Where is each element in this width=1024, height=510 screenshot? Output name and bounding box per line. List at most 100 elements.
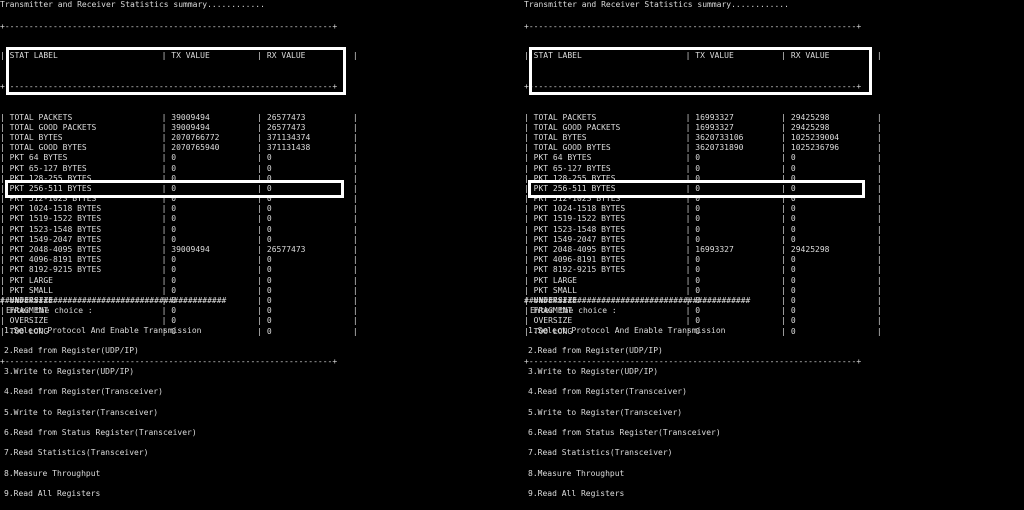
tx-value: 0: [171, 255, 177, 265]
rx-value: 0: [266, 295, 272, 305]
rx-value: 371134374: [266, 132, 311, 142]
tx-value: 0: [695, 163, 701, 173]
rx-value: 0: [790, 285, 796, 295]
stat-label: PKT 1519-1522 BYTES: [533, 214, 626, 224]
rx-value: 0: [790, 306, 796, 316]
menu-item-3: 3.Write to Register(UDP/IP): [4, 366, 135, 376]
table-row: | TOTAL PACKETS | 39009494 | 26577473 |: [0, 112, 358, 122]
rx-value: 0: [790, 153, 796, 163]
tx-value: 0: [695, 183, 701, 193]
tx-value: 0: [695, 173, 701, 183]
table-row: | PKT 8192-9215 BYTES | 0 | 0 |: [0, 265, 358, 275]
table-row: | PKT 1519-1522 BYTES | 0 | 0 |: [524, 214, 882, 224]
tx-value: 16993327: [695, 122, 734, 132]
stat-label: PKT 1549-2047 BYTES: [9, 234, 102, 244]
table-header-row: | STAT LABEL | TX VALUE | RX VALUE |: [0, 51, 358, 61]
table-row: | PKT 1549-2047 BYTES | 0 | 0 |: [0, 234, 358, 244]
menu-list: 1.Select Protocol And Enable Transmissio…: [528, 326, 725, 510]
rx-value: 0: [790, 255, 796, 265]
header-tx-value: TX VALUE: [695, 51, 734, 61]
rx-value: 0: [266, 234, 272, 244]
tx-value: 0: [695, 285, 701, 295]
stat-label: PKT SMALL: [9, 285, 53, 295]
rx-value: 0: [266, 316, 272, 326]
tx-value: 0: [171, 306, 177, 316]
rx-value: 0: [266, 183, 272, 193]
tx-value: 0: [171, 234, 177, 244]
table-row: | PKT 4096-8191 BYTES | 0 | 0 |: [524, 255, 882, 265]
tx-value: 0: [171, 275, 177, 285]
rx-value: 0: [266, 224, 272, 234]
rx-value: 0: [790, 163, 796, 173]
stat-label: PKT 1024-1518 BYTES: [533, 204, 626, 214]
table-row: | PKT 512-1023 BYTES | 0 | 0 |: [0, 194, 358, 204]
stat-label: PKT SMALL: [533, 285, 577, 295]
rx-value: 0: [790, 295, 796, 305]
rx-value: 0: [266, 204, 272, 214]
tx-value: 3620733106: [695, 132, 744, 142]
stat-label: PKT 512-1023 BYTES: [9, 194, 97, 204]
table-row: | OVERSIZE | 0 | 0 |: [524, 316, 882, 326]
table-row: | PKT 2048-4095 BYTES | 39009494 | 2657747…: [0, 245, 358, 255]
table-row: | PKT 1024-1518 BYTES | 0 | 0 |: [524, 204, 882, 214]
rx-value: 0: [790, 234, 796, 244]
stat-label: TOTAL GOOD BYTES: [9, 143, 87, 153]
tx-value: 0: [695, 204, 701, 214]
rx-value: 0: [266, 265, 272, 275]
table-row: | PKT 256-511 BYTES | 0 | 0 |: [524, 183, 882, 193]
menu-list: 1.Select Protocol And Enable Transmissio…: [4, 326, 201, 510]
stat-label: PKT LARGE: [9, 275, 53, 285]
tx-value: 0: [171, 214, 177, 224]
stat-label: PKT 8192-9215 BYTES: [9, 265, 102, 275]
rx-value: 0: [266, 173, 272, 183]
rx-value: 0: [790, 183, 796, 193]
tx-value: 2070766772: [171, 132, 220, 142]
table-row: | PKT 64 BYTES | 0 | 0 |: [524, 153, 882, 163]
tx-value: 0: [171, 265, 177, 275]
stat-label: PKT 1523-1548 BYTES: [9, 224, 102, 234]
rx-value: 0: [790, 214, 796, 224]
table-row: | PKT SMALL | 0 | 0 |: [0, 285, 358, 295]
menu-item-1: 1.Select Protocol And Enable Transmissio…: [4, 326, 202, 335]
stat-label: PKT 65-127 BYTES: [533, 163, 611, 173]
stat-label: TOTAL BYTES: [9, 132, 63, 142]
table-row: | PKT 512-1023 BYTES | 0 | 0 |: [524, 194, 882, 204]
stat-label: PKT 256-511 BYTES: [9, 183, 92, 193]
stat-label: TOTAL GOOD PACKETS: [9, 122, 97, 132]
menu-item-9: 9.Read All Registers: [4, 489, 101, 499]
menu-item-8: 8.Measure Throughput: [4, 468, 101, 478]
table-row: | TOTAL BYTES | 2070766772 | 371134374 |: [0, 132, 358, 142]
table-row: | PKT 1024-1518 BYTES | 0 | 0 |: [0, 204, 358, 214]
menu-item-7: 7.Read Statistics(Transceiver): [4, 448, 149, 458]
rx-value: 26577473: [266, 122, 306, 132]
stat-label: PKT 128-255 BYTES: [533, 173, 616, 183]
table-mid-border: +---------------------------------------…: [0, 82, 338, 91]
table-row: | PKT 256-511 BYTES | 0 | 0 |: [0, 183, 358, 193]
tx-value: 3620731890: [695, 143, 744, 153]
table-row: | PKT 65-127 BYTES | 0 | 0 |: [524, 163, 882, 173]
stat-label: PKT 1024-1518 BYTES: [9, 204, 102, 214]
tx-value: 0: [695, 255, 701, 265]
rx-value: 29425298: [790, 245, 830, 255]
tx-value: 0: [171, 183, 177, 193]
tx-value: 0: [171, 163, 177, 173]
stat-label: TOTAL BYTES: [533, 132, 587, 142]
table-row: | PKT 65-127 BYTES | 0 | 0 |: [0, 163, 358, 173]
stat-label: TOTAL PACKETS: [533, 112, 597, 122]
stat-label: TOTAL GOOD PACKETS: [533, 122, 621, 132]
rx-value: 26577473: [266, 245, 306, 255]
table-row: | PKT 64 BYTES | 0 | 0 |: [0, 153, 358, 163]
stat-label: PKT 4096-8191 BYTES: [9, 255, 102, 265]
table-row: | PKT SMALL | 0 | 0 |: [524, 285, 882, 295]
stat-label: PKT 1549-2047 BYTES: [533, 234, 626, 244]
tx-value: 0: [171, 153, 177, 163]
table-row: | OVERSIZE | 0 | 0 |: [0, 316, 358, 326]
rx-value: 0: [790, 326, 796, 336]
rx-value: 1025239004: [790, 132, 840, 142]
tx-value: 0: [695, 275, 701, 285]
tx-value: 16993327: [695, 245, 734, 255]
tx-value: 0: [695, 224, 701, 234]
stat-label: PKT 1523-1548 BYTES: [533, 224, 626, 234]
tx-value: 2070765940: [171, 143, 220, 153]
menu-item-6: 6.Read from Status Register(Transceiver): [528, 427, 721, 437]
